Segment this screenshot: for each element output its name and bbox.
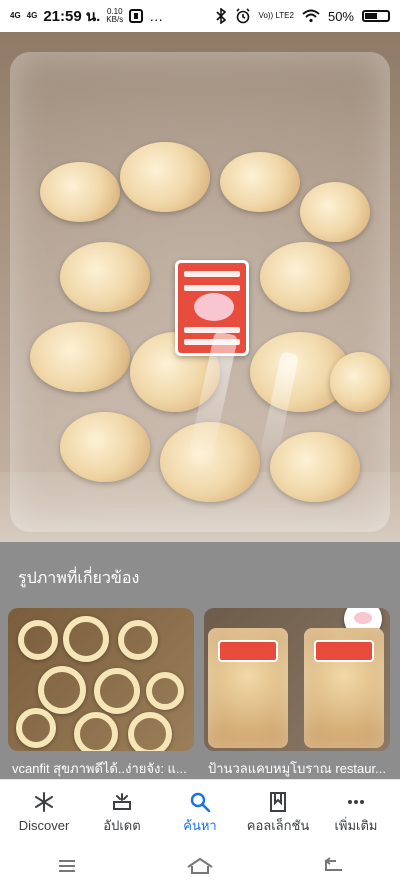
pork-rind-piece — [30, 322, 130, 392]
mini-bag — [304, 628, 384, 748]
related-title: รูปภาพที่เกี่ยวข้อง — [18, 570, 140, 587]
related-image-1[interactable] — [8, 608, 194, 751]
pork-rind-piece — [60, 412, 150, 482]
pork-rind-piece — [300, 182, 370, 242]
asterisk-icon — [33, 791, 55, 813]
nav-search-label: ค้นหา — [183, 817, 217, 833]
nav-collections[interactable]: คอลเล็กชัน — [240, 780, 316, 843]
nav-discover-label: Discover — [18, 817, 70, 833]
battery-icon — [362, 10, 390, 22]
recent-apps-icon[interactable] — [47, 854, 87, 878]
screen-icon — [129, 9, 144, 23]
bluetooth-icon — [215, 8, 226, 24]
bottom-navigation: Discover อัปเดต ค้นหา คอลเล็กชัน เพิ่มเต… — [0, 779, 400, 843]
battery-percent: 50% — [327, 8, 354, 24]
status-left: 4G 4G 21:59 น. 0.10 KB/s … — [10, 4, 163, 28]
pork-rind-piece — [270, 432, 360, 502]
nav-more-label: เพิ่มเติม — [334, 817, 378, 833]
updates-icon — [111, 791, 133, 813]
nav-updates[interactable]: อัปเดต — [84, 780, 160, 843]
nav-search[interactable]: ค้นหา — [162, 780, 238, 843]
pork-rind-piece — [60, 242, 150, 312]
status-right: Vo)) LTE2 50% — [215, 8, 390, 24]
bookmark-icon — [267, 791, 289, 813]
related-image-2[interactable] — [204, 608, 390, 751]
data-speed-unit: KB/s — [106, 15, 124, 24]
related-caption-1[interactable]: vcanfit สุขภาพดีได้..ง่ายจัง: แ... — [12, 758, 198, 779]
pork-ring — [63, 616, 109, 662]
pork-rind-piece — [40, 162, 120, 222]
volte-indicator: Vo)) LTE2 — [258, 11, 294, 20]
data-speed: 0.10 KB/s — [106, 8, 123, 24]
pork-rind-piece — [220, 152, 300, 212]
pork-ring — [146, 672, 184, 710]
pork-ring — [38, 666, 86, 714]
pork-ring — [128, 712, 172, 751]
related-caption-2[interactable]: ป้านวลแคบหมูโบราณ restaur... — [208, 758, 394, 779]
nav-discover[interactable]: Discover — [6, 780, 82, 843]
clock: 21:59 น. — [43, 8, 101, 25]
pork-ring — [18, 620, 58, 660]
pork-ring — [94, 668, 140, 714]
main-image[interactable] — [0, 32, 400, 542]
signal-indicator-2: 4G — [26, 11, 38, 20]
pork-ring — [16, 708, 56, 748]
overflow-dots: … — [149, 8, 164, 24]
mini-bag — [208, 628, 288, 748]
search-icon — [189, 791, 211, 813]
pork-ring — [118, 620, 158, 660]
pork-rind-piece — [120, 142, 210, 212]
pork-ring — [74, 712, 118, 751]
home-icon[interactable] — [180, 854, 220, 878]
nav-collections-label: คอลเล็กชัน — [246, 817, 310, 833]
related-images-panel: รูปภาพที่เกี่ยวข้อง vcanfit สุขภาพดีได้.… — [0, 542, 400, 779]
nav-updates-label: อัปเดต — [103, 817, 141, 833]
back-icon[interactable] — [313, 854, 353, 878]
pork-rind-piece — [260, 242, 350, 312]
system-navigation — [0, 843, 400, 889]
signal-indicator-1: 4G — [10, 11, 21, 20]
status-bar: 4G 4G 21:59 น. 0.10 KB/s … Vo)) LTE2 50% — [0, 0, 400, 32]
more-icon — [345, 791, 367, 813]
pig-logo-icon — [194, 293, 234, 321]
alarm-icon — [235, 8, 250, 24]
nav-more[interactable]: เพิ่มเติม — [318, 780, 394, 843]
pork-rind-piece — [330, 352, 390, 412]
wifi-icon — [302, 9, 320, 23]
